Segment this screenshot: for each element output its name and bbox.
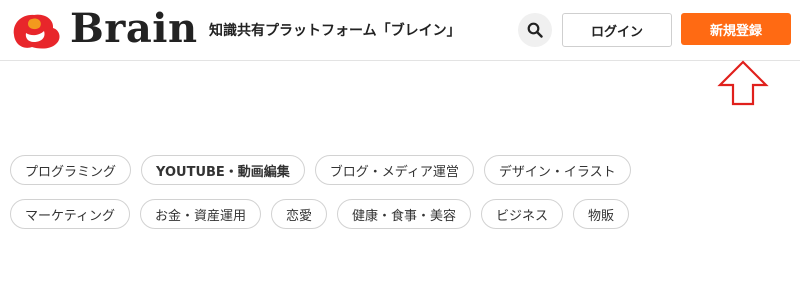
category-tag-blog[interactable]: ブログ・メディア運営 bbox=[314, 155, 474, 185]
site-header: Brain 知識共有プラットフォーム「ブレイン」 ログイン 新規登録 bbox=[0, 0, 800, 61]
category-tags: プログラミング YOUTUBE・動画編集 ブログ・メディア運営 デザイン・イラス… bbox=[10, 155, 710, 229]
category-tag-business[interactable]: ビジネス bbox=[481, 199, 564, 229]
category-tag-marketing[interactable]: マーケティング bbox=[10, 199, 130, 229]
category-tag-design[interactable]: デザイン・イラスト bbox=[483, 155, 631, 185]
category-tag-goods[interactable]: 物販 bbox=[573, 199, 630, 229]
logo-text: Brain bbox=[70, 5, 198, 52]
category-tag-romance[interactable]: 恋愛 bbox=[270, 199, 327, 229]
category-tag-health[interactable]: 健康・食事・美容 bbox=[337, 199, 472, 229]
category-tag-programming[interactable]: プログラミング bbox=[10, 155, 132, 185]
site-tagline: 知識共有プラットフォーム「ブレイン」 bbox=[209, 23, 461, 39]
category-tag-youtube[interactable]: YOUTUBE・動画編集 bbox=[141, 155, 305, 185]
up-arrow-icon bbox=[717, 60, 769, 106]
login-button[interactable]: ログイン bbox=[562, 13, 672, 47]
search-button[interactable] bbox=[518, 13, 552, 47]
search-icon bbox=[527, 22, 543, 38]
brain-logo[interactable]: Brain bbox=[10, 5, 197, 52]
logo-mark-icon bbox=[13, 14, 60, 49]
category-tag-money[interactable]: お金・資産運用 bbox=[139, 199, 261, 229]
register-button[interactable]: 新規登録 bbox=[681, 13, 791, 45]
